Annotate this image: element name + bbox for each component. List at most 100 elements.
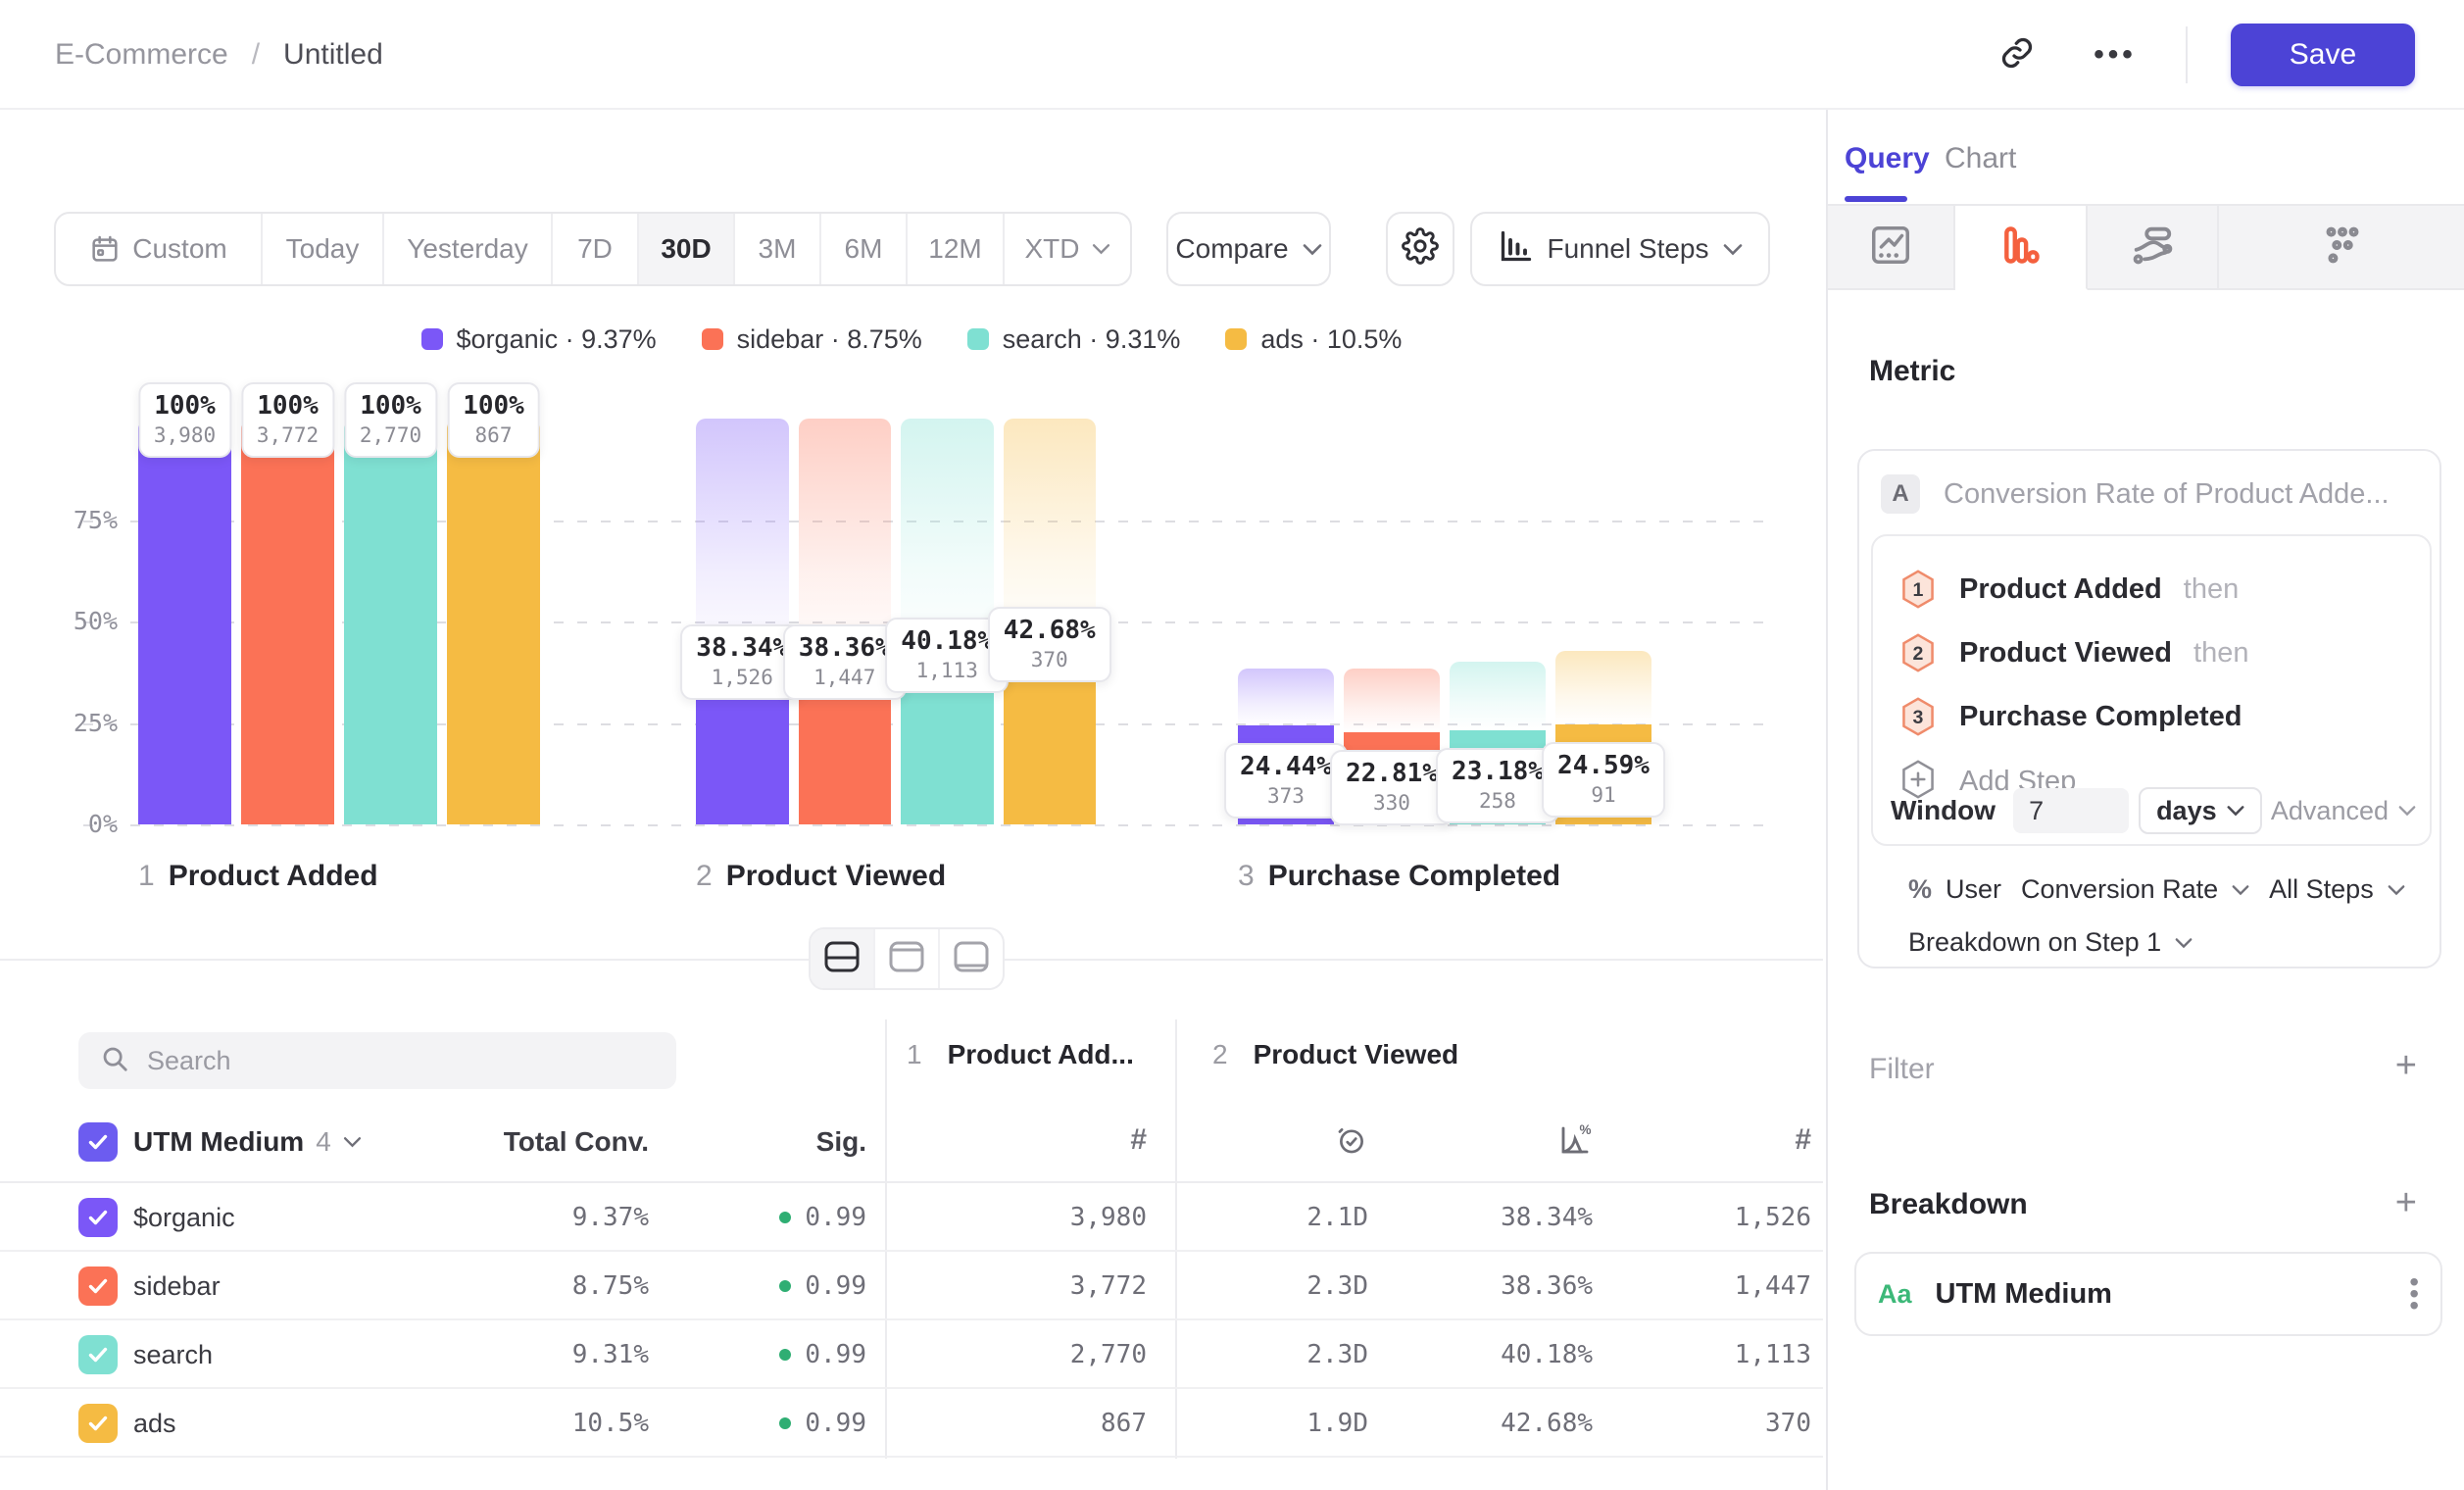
window-unit-label: days (2156, 796, 2217, 826)
all-steps-dropdown[interactable]: All Steps (2269, 874, 2374, 905)
layout-bottom-button[interactable] (940, 929, 1003, 988)
breakdown-property-card[interactable]: Aa UTM Medium ••• (1854, 1252, 2442, 1336)
layout-split-button[interactable] (811, 929, 875, 988)
check-icon (86, 1206, 110, 1229)
sig-dot-icon (779, 1212, 791, 1223)
bar-pct: 38.36% (799, 631, 891, 665)
row-total-conv: 9.31% (451, 1320, 649, 1389)
topbar-divider (2186, 26, 2188, 83)
breakdown-on-dropdown[interactable]: Breakdown on Step 1 (1908, 927, 2161, 958)
step-axis-label-2: 2Product Viewed (696, 860, 946, 893)
top-bar: E-Commerce / Untitled ••• Save (0, 0, 2464, 110)
svg-text:2: 2 (1913, 643, 1924, 665)
breadcrumb-separator: / (252, 38, 260, 72)
chevron-down-icon (2227, 805, 2244, 817)
row-step2-count: 1,113 (1607, 1320, 1811, 1389)
y-axis-tick: 25% (20, 708, 118, 736)
journey-flow-icon (2130, 223, 2175, 273)
add-filter-button[interactable]: + (2395, 1051, 2417, 1080)
window-unit-dropdown[interactable]: days (2139, 787, 2262, 834)
bar-pct: 38.34% (696, 631, 788, 665)
row-checkbox[interactable] (78, 1404, 118, 1443)
row-name: $organic (133, 1183, 235, 1252)
layout-top-icon (888, 940, 925, 978)
bar-organic-step1[interactable]: 100%3,980 (138, 419, 231, 824)
step-name: Product Viewed (726, 860, 947, 893)
avg-time-column-icon[interactable] (1176, 1108, 1368, 1172)
row-conv-pct: 40.18% (1392, 1320, 1593, 1389)
query-step-1[interactable]: 1Product Addedthen (1898, 564, 2239, 615)
query-step-2[interactable]: 2Product Viewedthen (1898, 627, 2248, 678)
bar-count: 370 (1004, 647, 1096, 673)
tab-chart[interactable]: Chart (1945, 127, 2016, 190)
bar-ghost (1555, 651, 1651, 724)
bar-search-step3[interactable]: 23.18%258 (1450, 419, 1546, 824)
table-row-organic[interactable]: $organic 9.37% 0.99 3,980 2.1D 38.34% 1,… (0, 1183, 1823, 1252)
bar-count: 1,113 (901, 658, 993, 684)
row-checkbox[interactable] (78, 1266, 118, 1306)
chart-type-breakdown-tab[interactable] (2219, 206, 2464, 290)
row-checkbox[interactable] (78, 1335, 118, 1374)
query-step-name: Purchase Completed (1959, 701, 2242, 733)
bar-sidebar-step2[interactable]: 38.36%1,447 (799, 419, 892, 824)
top-actions: ••• Save (1990, 0, 2415, 110)
kebab-menu-icon[interactable]: ••• (2409, 1276, 2419, 1312)
bar-search-step2[interactable]: 40.18%1,113 (901, 419, 994, 824)
query-step-name: Product Added (1959, 573, 2162, 606)
add-breakdown-button[interactable]: + (2395, 1188, 2417, 1217)
conv-rate-dropdown[interactable]: Conversion Rate (2021, 874, 2218, 905)
bar-organic-step3[interactable]: 24.44%373 (1238, 419, 1334, 824)
row-avg-time: 2.3D (1176, 1320, 1368, 1389)
bar-ads-step2[interactable]: 42.68%370 (1004, 419, 1097, 824)
count-column-icon[interactable]: # (1607, 1108, 1811, 1172)
bar-pct: 24.59% (1557, 749, 1650, 782)
advanced-toggle[interactable]: Advanced (2271, 796, 2416, 826)
bar-sidebar-step3[interactable]: 22.81%330 (1344, 419, 1440, 824)
breadcrumb-project[interactable]: E-Commerce (55, 38, 228, 72)
more-options-button[interactable]: ••• (2088, 27, 2143, 82)
window-value-input[interactable] (2013, 788, 2129, 833)
row-avg-time: 1.9D (1176, 1389, 1368, 1458)
search-icon (100, 1044, 129, 1078)
row-avg-time: 2.1D (1176, 1183, 1368, 1252)
chart-type-flow-tab[interactable] (2088, 206, 2219, 290)
chart-type-strip (1828, 204, 2464, 290)
chevron-down-icon (2232, 884, 2249, 896)
tab-query[interactable]: Query (1845, 127, 1930, 190)
chart-type-funnel-tab[interactable] (1955, 206, 2088, 290)
bar-search-step1[interactable]: 100%2,770 (344, 419, 437, 824)
step-number: 3 (1238, 860, 1255, 893)
bar-value-label: 42.68%370 (988, 607, 1111, 682)
bar-organic-step2[interactable]: 38.34%1,526 (696, 419, 789, 824)
group-step-number: 1 (907, 1039, 922, 1070)
search-input[interactable] (147, 1046, 617, 1076)
bar-sidebar-step1[interactable]: 100%3,772 (241, 419, 334, 824)
row-conv-pct: 38.34% (1392, 1183, 1593, 1252)
table-row-search[interactable]: search 9.31% 0.99 2,770 2.3D 40.18% 1,11… (0, 1320, 1823, 1389)
query-step-3[interactable]: 3Purchase Completed (1898, 691, 2242, 742)
bar-pct: 42.68% (1004, 614, 1096, 647)
chart-type-line-tab[interactable] (1828, 206, 1955, 290)
table-row-sidebar[interactable]: sidebar 8.75% 0.99 3,772 2.3D 38.36% 1,4… (0, 1252, 1823, 1320)
metric-title: Conversion Rate of Product Adde... (1944, 478, 2390, 511)
bar-pct: 100% (154, 389, 216, 422)
save-button[interactable]: Save (2231, 24, 2415, 86)
conv-user-label[interactable]: User (1946, 874, 2001, 905)
share-link-button[interactable] (1990, 27, 2045, 82)
sig-dot-icon (779, 1280, 791, 1292)
row-checkbox[interactable] (78, 1198, 118, 1237)
gridline (83, 824, 1764, 826)
query-step-then: then (2184, 573, 2239, 606)
conv-pct-column-icon[interactable]: % (1392, 1108, 1593, 1172)
bar-ads-step3[interactable]: 24.59%91 (1555, 419, 1651, 824)
bar-ads-step1[interactable]: 100%867 (447, 419, 540, 824)
bar-value-label: 100%2,770 (344, 382, 437, 458)
count-column-icon[interactable]: # (921, 1108, 1147, 1172)
metric-header[interactable]: A Conversion Rate of Product Adde... (1881, 474, 2420, 514)
table-group-header-2: 2Product Viewed (1212, 1039, 1458, 1070)
layout-top-button[interactable] (875, 929, 940, 988)
query-step-name: Product Viewed (1959, 637, 2172, 670)
table-row-ads[interactable]: ads 10.5% 0.99 867 1.9D 42.68% 370 (0, 1389, 1823, 1458)
breadcrumb-title[interactable]: Untitled (283, 38, 383, 72)
check-icon (86, 1274, 110, 1298)
